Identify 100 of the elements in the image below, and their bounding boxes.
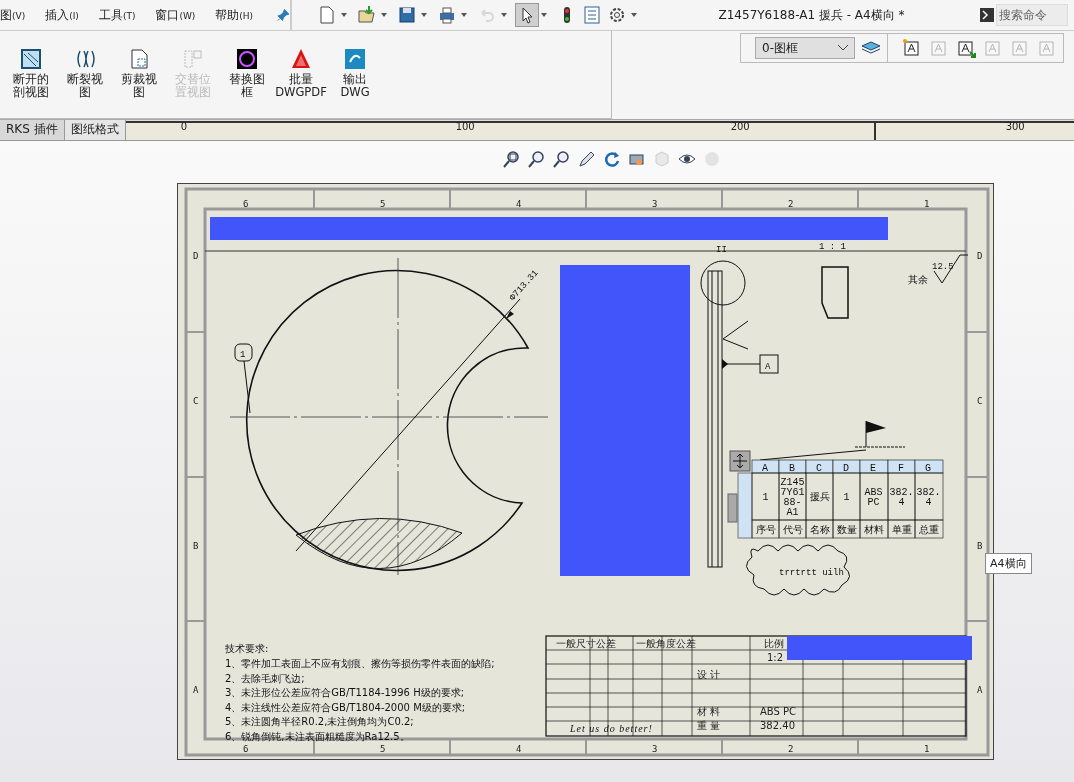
- command-button[interactable]: 剪裁视 图: [114, 48, 164, 99]
- datum-symbol: [721, 354, 779, 374]
- rotate-icon[interactable]: [603, 150, 621, 168]
- zone-label: 1: [924, 744, 930, 754]
- menu-item[interactable]: 窗口(W): [155, 6, 196, 24]
- tab-shape: [821, 266, 849, 319]
- zone-label: 2: [788, 199, 794, 209]
- table-cell: 援兵: [805, 472, 834, 521]
- column-letter: A: [762, 463, 768, 474]
- requirement-text: 5、未注圆角半径R0.2,未注倒角均为C0.2;: [225, 716, 414, 727]
- layers-icon[interactable]: [861, 41, 881, 55]
- table-cell: 名称: [805, 519, 834, 539]
- table-cell: 1: [751, 472, 780, 521]
- save-icon[interactable]: [396, 4, 418, 26]
- column-letter: E: [870, 463, 876, 474]
- table-cell: ABS PC: [859, 472, 889, 521]
- caret-icon[interactable]: [541, 13, 547, 17]
- detail-circle: [700, 260, 746, 306]
- zoom-icon[interactable]: [553, 150, 571, 168]
- command-button[interactable]: 批量 DWGPDF: [276, 48, 326, 99]
- title-block-label: 设 计: [697, 669, 721, 680]
- requirement-text: 2、去除毛刺飞边;: [225, 672, 305, 684]
- leader-line: [243, 360, 251, 414]
- balloon-number: 1: [240, 350, 246, 360]
- table-cell: 数量: [832, 519, 861, 539]
- command-button[interactable]: 断裂视 图: [60, 48, 110, 99]
- zone-label: B: [977, 541, 983, 551]
- title-block-label: 材 料: [697, 706, 721, 717]
- datum-label: A: [765, 362, 771, 372]
- menu-item[interactable]: 图(V): [0, 6, 26, 24]
- tab[interactable]: 图纸格式: [64, 120, 126, 140]
- triangle-icon: [290, 48, 312, 70]
- pin-icon[interactable]: [277, 8, 290, 22]
- caret-icon[interactable]: [381, 13, 387, 17]
- caret-icon[interactable]: [461, 13, 467, 17]
- ruler: 0 100 200 300: [125, 121, 1074, 140]
- ring-icon: [236, 48, 258, 70]
- title-block-value: 382.40: [760, 720, 795, 731]
- zone-label: 5: [380, 744, 386, 754]
- roughness-note: 其余: [908, 274, 928, 285]
- title-block-value: ABS PC: [760, 706, 797, 717]
- zone-label: D: [977, 251, 983, 261]
- table-cell: 代号: [778, 519, 807, 539]
- move-handle-icon[interactable]: [729, 450, 751, 472]
- zone-label: C: [193, 396, 199, 406]
- table-cell: 总重: [914, 519, 944, 539]
- table-cell: 382. 4: [887, 472, 916, 521]
- requirement-text: 4、未注线性公差应符合GB/T1804-2000 M级的要求;: [225, 701, 466, 713]
- zone-label: C: [977, 396, 983, 406]
- table-cell: 序号: [751, 519, 780, 539]
- dashed-frame-icon: [182, 48, 204, 70]
- motto-text: Let us do better!: [570, 723, 653, 734]
- search-field[interactable]: 搜索命令: [996, 4, 1068, 26]
- hatched-square-icon: [20, 48, 42, 70]
- menu-item[interactable]: 工具(T): [98, 6, 136, 24]
- pencil-icon[interactable]: [578, 150, 596, 168]
- table-side-handle[interactable]: [727, 493, 738, 523]
- requirement-text: 3、未注形位公差应符合GB/T1184-1996 H级的要求;: [225, 687, 465, 698]
- zone-label: 4: [516, 744, 522, 754]
- note-tool-icon[interactable]: [902, 38, 922, 58]
- command-prompt-icon: [980, 8, 994, 22]
- caret-icon[interactable]: [501, 13, 507, 17]
- column-letter: F: [898, 463, 904, 474]
- layer-dropdown[interactable]: 0-图框: [755, 37, 855, 59]
- folder-icon[interactable]: [356, 4, 378, 26]
- column-letter: B: [789, 463, 795, 474]
- command-button[interactable]: 断开的 剖视图: [6, 48, 56, 99]
- caret-icon[interactable]: [631, 13, 637, 17]
- roughness-symbol: [933, 254, 969, 284]
- cursor-icon[interactable]: [516, 4, 538, 26]
- menu-item[interactable]: 帮助(H): [215, 6, 254, 24]
- document-icon: [128, 48, 150, 70]
- tab[interactable]: RKS 插件: [0, 120, 65, 140]
- menu-item[interactable]: 插入(I): [45, 6, 79, 24]
- table-row-handle[interactable]: [737, 472, 753, 539]
- zone-label: 6: [243, 744, 249, 754]
- table-cell: Z145 7Y61 88- A1: [778, 472, 807, 521]
- zone-label: 1: [924, 199, 930, 209]
- title-block-text: 1:2: [767, 652, 784, 663]
- zoom-area-icon[interactable]: [528, 150, 546, 168]
- column-letter: D: [843, 463, 849, 474]
- table-cell: 材料: [859, 519, 889, 539]
- wavy-lines-icon: [74, 48, 96, 70]
- title-block-text: 一般角度公差: [636, 638, 696, 649]
- requirement-text: 1、零件加工表面上不应有划痕、擦伤等损伤零件表面的缺陷;: [225, 658, 495, 669]
- caret-icon[interactable]: [421, 13, 427, 17]
- command-button[interactable]: 替换图 框: [222, 48, 272, 99]
- title-block-text: 比例: [764, 638, 784, 649]
- note-tool-icon[interactable]: [956, 38, 976, 58]
- command-button[interactable]: 输出 DWG: [330, 48, 380, 99]
- zone-label: 6: [243, 199, 249, 209]
- zone-label: A: [193, 685, 199, 695]
- zone-label: A: [977, 685, 983, 695]
- zoom-fit-icon[interactable]: [503, 150, 521, 168]
- caret-icon[interactable]: [341, 13, 347, 17]
- detail-label: II: [716, 245, 727, 255]
- zone-label: 5: [380, 199, 386, 209]
- column-letter: G: [925, 463, 931, 474]
- zone-label: 2: [788, 744, 794, 754]
- zone-label: 4: [516, 199, 522, 209]
